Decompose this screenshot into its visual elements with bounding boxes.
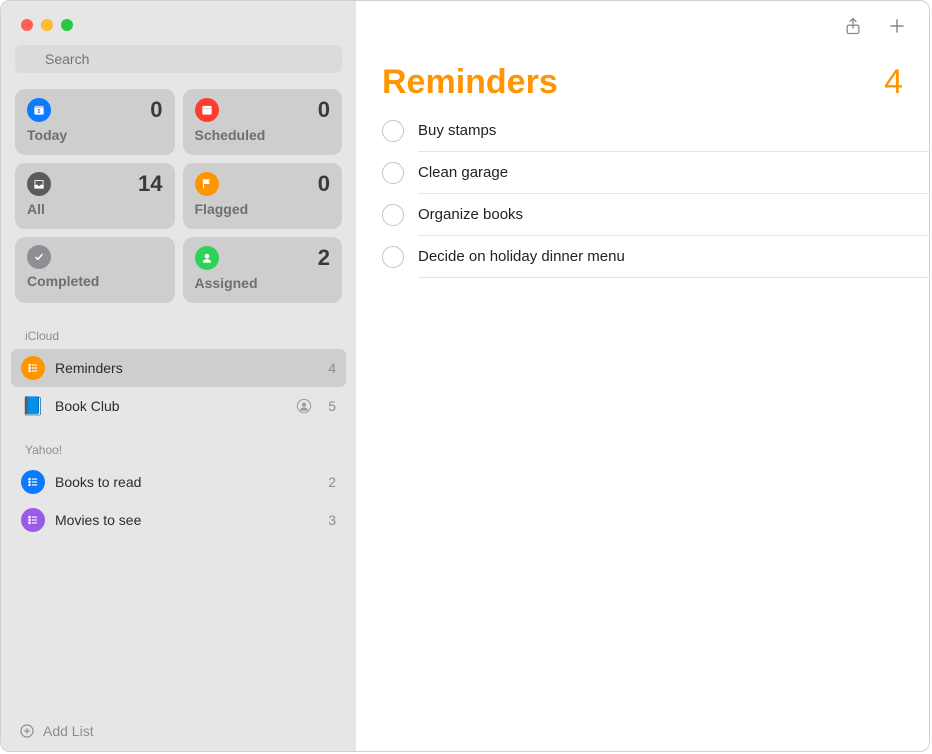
- list-bullet-icon: [21, 470, 45, 494]
- complete-toggle[interactable]: [382, 120, 404, 142]
- complete-toggle[interactable]: [382, 246, 404, 268]
- flag-icon: [195, 172, 219, 196]
- window-controls: [1, 1, 356, 31]
- book-icon: 📘: [21, 394, 45, 418]
- sidebar: 5 0 Today 0 Scheduled 14 All 0 Flagged C…: [1, 1, 356, 751]
- search-input[interactable]: [15, 45, 342, 73]
- list-name-label: Movies to see: [55, 512, 312, 528]
- reminder-title[interactable]: Decide on holiday dinner menu: [418, 236, 929, 278]
- smart-label: Flagged: [195, 201, 331, 217]
- reminder-row[interactable]: Decide on holiday dinner menu: [382, 236, 929, 278]
- reminder-items: Buy stamps Clean garage Organize books D…: [356, 110, 929, 278]
- smart-list-assigned[interactable]: 2 Assigned: [183, 237, 343, 303]
- smart-label: Scheduled: [195, 127, 331, 143]
- section-header: Yahoo!: [1, 425, 356, 463]
- list-count-label: 2: [322, 474, 336, 490]
- svg-text:5: 5: [38, 109, 41, 115]
- list-count-label: 3: [322, 512, 336, 528]
- section-header: iCloud: [1, 311, 356, 349]
- smart-count: 2: [318, 245, 330, 271]
- list-name-label: Book Club: [55, 398, 286, 414]
- person-icon: [195, 246, 219, 270]
- calendar-icon: [195, 98, 219, 122]
- list-bullet-icon: [21, 356, 45, 380]
- complete-toggle[interactable]: [382, 204, 404, 226]
- smart-list-flagged[interactable]: 0 Flagged: [183, 163, 343, 229]
- smart-label: All: [27, 201, 163, 217]
- reminder-row[interactable]: Buy stamps: [382, 110, 929, 152]
- reminder-row[interactable]: Clean garage: [382, 152, 929, 194]
- check-icon: [27, 245, 51, 269]
- smart-count: 0: [150, 97, 162, 123]
- close-window-icon[interactable]: [21, 19, 33, 31]
- shared-icon: [296, 398, 312, 414]
- sidebar-list-item[interactable]: Movies to see 3: [11, 501, 346, 539]
- list-count-large: 4: [884, 63, 903, 102]
- reminder-title[interactable]: Buy stamps: [418, 110, 929, 152]
- app-window: 5 0 Today 0 Scheduled 14 All 0 Flagged C…: [0, 0, 930, 752]
- list-count-label: 5: [322, 398, 336, 414]
- calendar-today-icon: 5: [27, 98, 51, 122]
- sidebar-list-item[interactable]: Reminders 4: [11, 349, 346, 387]
- smart-count: 14: [138, 171, 162, 197]
- share-icon[interactable]: [843, 15, 863, 37]
- smart-list-completed[interactable]: Completed: [15, 237, 175, 303]
- reminder-row[interactable]: Organize books: [382, 194, 929, 236]
- list-count-label: 4: [322, 360, 336, 376]
- add-list-button[interactable]: Add List: [1, 711, 356, 751]
- tray-icon: [27, 172, 51, 196]
- list-name-label: Reminders: [55, 360, 312, 376]
- smart-count: 0: [318, 97, 330, 123]
- sidebar-list-item[interactable]: 📘 Book Club 5: [11, 387, 346, 425]
- smart-list-all[interactable]: 14 All: [15, 163, 175, 229]
- fullscreen-window-icon[interactable]: [61, 19, 73, 31]
- list-title: Reminders: [382, 63, 558, 102]
- smart-label: Completed: [27, 273, 163, 289]
- smart-label: Today: [27, 127, 163, 143]
- main-panel: Reminders 4 Buy stamps Clean garage Orga…: [356, 1, 929, 751]
- reminder-title[interactable]: Organize books: [418, 194, 929, 236]
- smart-list-scheduled[interactable]: 0 Scheduled: [183, 89, 343, 155]
- sidebar-list-item[interactable]: Books to read 2: [11, 463, 346, 501]
- search-container: [1, 31, 356, 83]
- add-reminder-icon[interactable]: [887, 15, 907, 37]
- list-header: Reminders 4: [356, 37, 929, 110]
- reminder-title[interactable]: Clean garage: [418, 152, 929, 194]
- add-list-label: Add List: [43, 723, 94, 739]
- smart-count: 0: [318, 171, 330, 197]
- smart-list-today[interactable]: 5 0 Today: [15, 89, 175, 155]
- complete-toggle[interactable]: [382, 162, 404, 184]
- smart-lists-grid: 5 0 Today 0 Scheduled 14 All 0 Flagged C…: [1, 83, 356, 311]
- list-bullet-icon: [21, 508, 45, 532]
- minimize-window-icon[interactable]: [41, 19, 53, 31]
- toolbar: [356, 1, 929, 37]
- plus-circle-icon: [19, 723, 35, 739]
- list-name-label: Books to read: [55, 474, 312, 490]
- smart-label: Assigned: [195, 275, 331, 291]
